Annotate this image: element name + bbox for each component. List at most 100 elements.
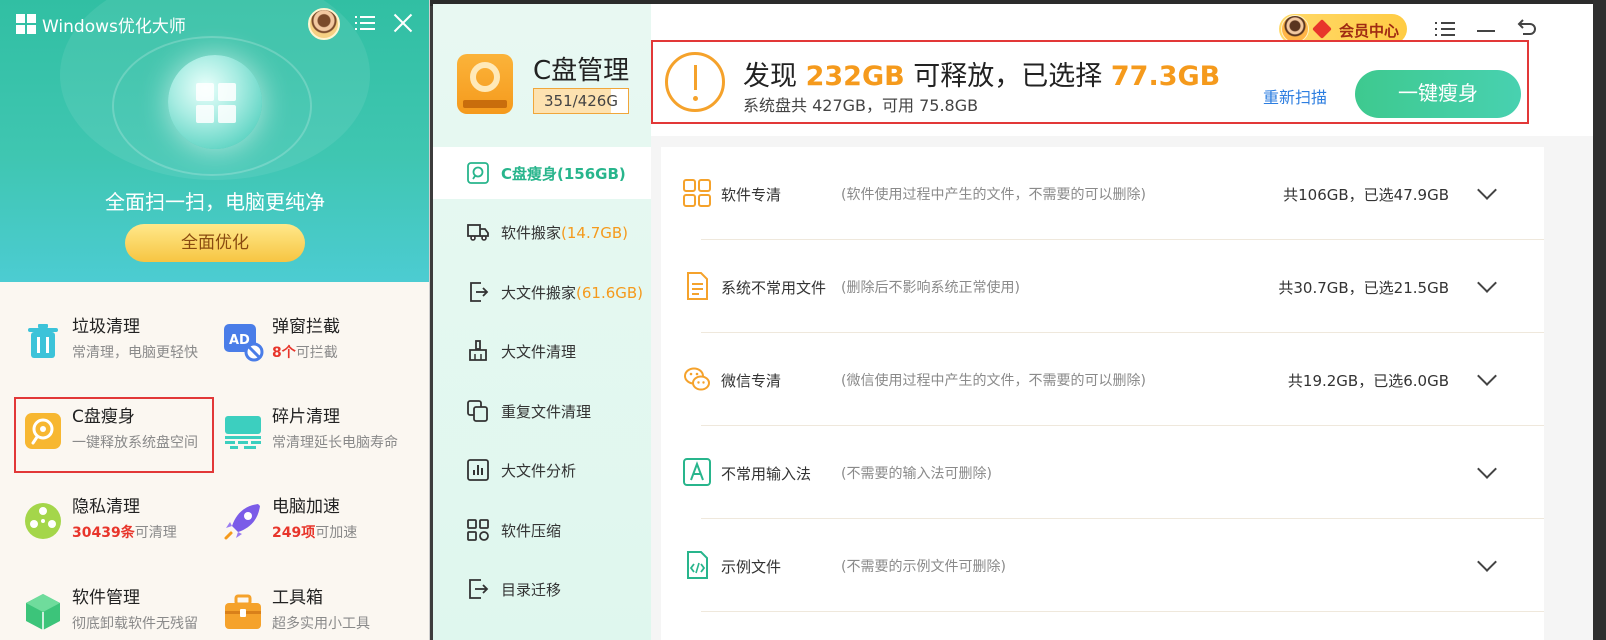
grid-icon [467,519,489,541]
tool-software-manage[interactable]: 软件管理 彻底卸载软件无残留 [22,583,222,640]
row-desc: (删除后不影响系统正常使用) [841,280,1020,296]
chevron-down-icon[interactable] [1477,273,1497,293]
windows-optimizer-window: Windows优化大师 全面扫一扫，电脑更纯净 全面优化 垃圾清理 常清理，电脑… [0,0,430,640]
wechat-icon [684,367,710,391]
list-item[interactable]: 微信专清 (微信使用过程中产生的文件，不需要的可以删除) 共19.2GB，已选6… [661,333,1544,426]
scan-result-banner: 发现 232GB 可释放，已选择 77.3GB 系统盘共 427GB，可用 75… [651,40,1593,136]
row-size: 共30.7GB，已选21.5GB [1278,279,1449,297]
chevron-down-icon[interactable] [1477,366,1497,386]
tool-name: 弹窗拦截 [272,317,340,337]
exclamation-icon [665,52,725,112]
list-item[interactable]: 示例文件 (不需要的示例文件可删除) [661,519,1544,612]
nav-label: C盘瘦身(156GB) [501,165,626,183]
nav-duplicate-clean[interactable]: 重复文件清理 [433,385,651,437]
c-drive-slim-highlight [14,397,214,473]
tool-name: 工具箱 [272,588,323,608]
nav-label: 软件搬家(14.7GB) [501,224,629,242]
nav-label: 大文件分析 [501,462,577,480]
menu-icon[interactable] [355,14,375,32]
input-method-icon [683,458,711,486]
diamond-icon [1312,19,1332,39]
tool-desc: 30439条可清理 [72,525,177,541]
nav-large-file-move[interactable]: 大文件搬家(61.6GB) [433,266,651,318]
row-name: 系统不常用文件 [721,279,827,297]
tool-trash-clean[interactable]: 垃圾清理 常清理，电脑更轻快 [22,312,222,392]
main-area: 会员中心 发现 232GB 可释放，已选择 77.3GB 系统盘共 427GB，… [651,4,1593,640]
close-icon[interactable] [392,12,414,34]
bar-chart-icon [467,459,489,481]
toolbox-icon [225,594,261,629]
user-avatar[interactable] [308,8,340,40]
tool-toolbox[interactable]: 工具箱 超多实用小工具 [222,583,422,640]
rocket-icon [224,504,260,540]
trash-can-icon [28,324,58,358]
disk-usage-bar: 351/426G [533,88,629,114]
tool-pc-speedup[interactable]: 电脑加速 249项可加速 [222,492,422,572]
list-item[interactable]: 不常用输入法 (不需要的输入法可删除) [661,426,1544,519]
tool-name: 碎片清理 [272,407,340,427]
row-desc: (软件使用过程中产生的文件，不需要的可以删除) [841,187,1146,203]
right-sidebar: C盘管理 351/426G C盘瘦身(156GB) 软件搬家(14.7GB) 大… [433,4,651,640]
disk-magnifier-icon [467,162,489,184]
row-divider [701,611,1544,612]
tool-desc: 常清理，电脑更轻快 [72,345,198,361]
tool-desc: 8个可拦截 [272,345,338,361]
clean-category-list: 软件专清 (软件使用过程中产生的文件，不需要的可以删除) 共106GB，已选47… [661,147,1544,640]
vip-avatar [1281,15,1309,43]
vip-label: 会员中心 [1339,22,1400,40]
windows-logo-icon [196,83,236,123]
back-icon[interactable] [1517,18,1537,36]
chevron-down-icon[interactable] [1477,180,1497,200]
row-name: 不常用输入法 [721,465,812,483]
nav-label: 大文件清理 [501,343,577,361]
tool-name: 垃圾清理 [72,317,140,337]
windows-logo-icon [16,14,36,34]
chevron-down-icon[interactable] [1477,459,1497,479]
tool-privacy-clean[interactable]: 隐私清理 30439条可清理 [22,492,222,572]
nav-directory-migrate[interactable]: 目录迁移 [433,563,651,615]
list-item[interactable]: 系统不常用文件 (删除后不影响系统正常使用) 共30.7GB，已选21.5GB [661,240,1544,333]
code-file-icon [687,551,708,579]
row-desc: (不需要的输入法可删除) [841,466,992,482]
tool-fragment-clean[interactable]: 碎片清理 常清理延长电脑寿命 [222,402,422,482]
defrag-icon [225,416,261,449]
document-icon [687,272,708,300]
row-name: 微信专清 [721,372,782,390]
row-name: 软件专清 [721,186,782,204]
c-drive-manager-window: C盘管理 351/426G C盘瘦身(156GB) 软件搬家(14.7GB) 大… [433,4,1593,640]
nav-label: 目录迁移 [501,581,562,599]
tool-name: 电脑加速 [272,497,340,517]
minimize-icon[interactable] [1477,30,1495,32]
slogan-text: 全面扫一扫，电脑更纯净 [105,190,325,214]
full-optimize-button[interactable]: 全面优化 [125,224,305,262]
scan-result-highlight: 发现 232GB 可释放，已选择 77.3GB 系统盘共 427GB，可用 75… [651,40,1529,124]
nav-software-compress[interactable]: 软件压缩 [433,504,651,556]
disk-title: C盘管理 [533,56,630,86]
row-desc: (不需要的示例文件可删除) [841,559,1006,575]
list-item[interactable]: 软件专清 (软件使用过程中产生的文件，不需要的可以删除) 共106GB，已选47… [661,147,1544,240]
nav-software-move[interactable]: 软件搬家(14.7GB) [433,206,651,258]
cube-icon [26,594,60,630]
row-name: 示例文件 [721,558,782,576]
app-title: Windows优化大师 [42,17,186,37]
nav-label: 重复文件清理 [501,403,592,421]
row-size: 共19.2GB，已选6.0GB [1287,372,1449,390]
left-header: Windows优化大师 全面扫一扫，电脑更纯净 全面优化 [0,0,429,282]
nav-c-drive-slim[interactable]: C盘瘦身(156GB) [433,147,651,199]
nav-label: 软件压缩 [501,522,562,540]
one-click-slim-button[interactable]: 一键瘦身 [1355,70,1521,118]
rescan-link[interactable]: 重新扫描 [1263,84,1327,108]
tool-popup-block[interactable]: AD 弹窗拦截 8个可拦截 [222,312,422,392]
left-titlebar: Windows优化大师 [0,0,429,46]
desktop-edge [1593,0,1606,640]
broom-icon [469,340,487,361]
row-desc: (微信使用过程中产生的文件，不需要的可以删除) [841,373,1146,389]
copy-icon [467,400,488,422]
nav-large-file-analysis[interactable]: 大文件分析 [433,444,651,496]
privacy-reel-icon [25,503,61,539]
menu-icon[interactable] [1435,20,1455,38]
chevron-down-icon[interactable] [1477,552,1497,572]
scan-subtitle: 系统盘共 427GB，可用 75.8GB [743,96,979,115]
nav-large-file-clean[interactable]: 大文件清理 [433,325,651,377]
scan-headline: 发现 232GB 可释放，已选择 77.3GB [743,61,1221,92]
